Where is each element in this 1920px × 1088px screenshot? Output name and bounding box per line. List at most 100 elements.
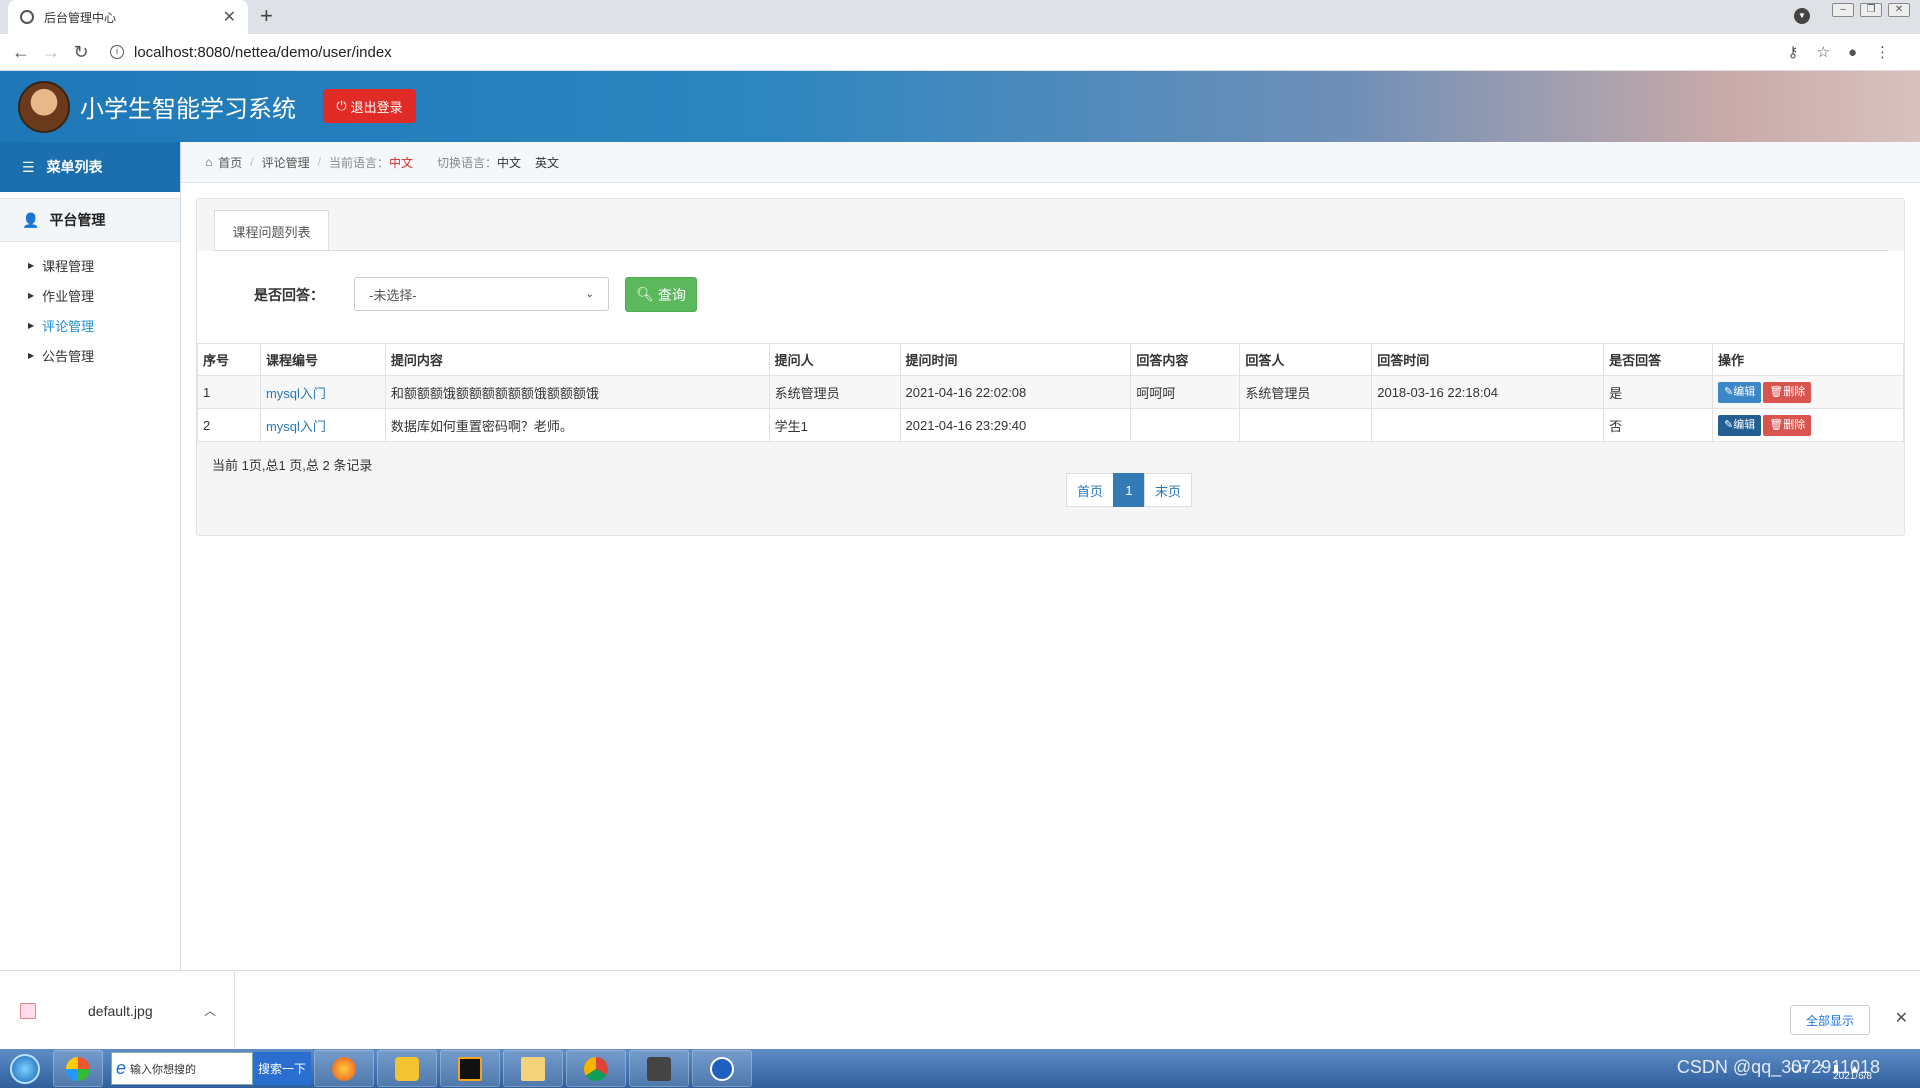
- breadcrumb-separator: /: [317, 155, 321, 169]
- start-button[interactable]: [0, 1049, 50, 1088]
- tab-search-icon[interactable]: ▼: [1794, 8, 1810, 24]
- taskbar: e 输入你想搜的 搜索一下 CH ? ▮ ▲ CSDN @qq_307291101…: [0, 1049, 1920, 1088]
- filter-label: 是否回答：: [254, 287, 324, 303]
- course-link[interactable]: mysql入门: [266, 386, 326, 401]
- breadcrumb-home[interactable]: 首页: [218, 154, 242, 171]
- content-panel: 课程问题列表 是否回答： -未选择- ⌄ 🔍︎ 查询 序号 课程编号 提问内容 …: [196, 198, 1905, 536]
- chevron-down-icon: ⌄: [585, 288, 594, 300]
- edit-label: 编辑: [1733, 385, 1756, 398]
- column-header: 是否回答: [1603, 343, 1714, 376]
- taskbar-search-button[interactable]: 搜索一下: [253, 1052, 311, 1085]
- taskbar-app-firefox[interactable]: [314, 1050, 374, 1087]
- column-header: 回答时间: [1371, 343, 1605, 376]
- edit-button[interactable]: ✎编辑: [1718, 414, 1762, 436]
- menu-icon[interactable]: ⋮: [1875, 43, 1890, 61]
- taskbar-app-notes[interactable]: [377, 1050, 437, 1087]
- cell-answerer: 系统管理员: [1239, 375, 1373, 409]
- tab-title: 后台管理中心: [44, 10, 117, 25]
- download-bar: default.jpg ︿ 全部显示 ✕: [0, 970, 1920, 1050]
- taskbar-app-tool[interactable]: [629, 1050, 689, 1087]
- reload-icon[interactable]: ↻: [66, 42, 96, 63]
- course-link[interactable]: mysql入门: [266, 419, 326, 434]
- key-icon[interactable]: ⚷: [1787, 43, 1798, 61]
- close-icon[interactable]: ✕: [1895, 1008, 1908, 1028]
- current-lang: 中文: [388, 155, 413, 170]
- delete-label: 删除: [1783, 418, 1806, 431]
- close-window-button[interactable]: ✕: [1888, 3, 1910, 17]
- taskbar-search-input[interactable]: e 输入你想搜的: [111, 1052, 253, 1085]
- cell-actions: ✎编辑 🗑︎删除: [1712, 408, 1904, 442]
- delete-button[interactable]: 🗑︎删除: [1763, 414, 1812, 436]
- taskbar-app-explorer[interactable]: [503, 1050, 563, 1087]
- breadcrumb: ⌂ 首页 / 评论管理 / 当前语言： 中文 切换语言： 中文 英文: [181, 142, 1920, 183]
- menu-group-platform[interactable]: 👤 平台管理: [0, 198, 180, 242]
- breadcrumb-separator: /: [250, 155, 254, 169]
- switch-lang-label: 切换语言：: [437, 155, 498, 170]
- edit-button[interactable]: ✎编辑: [1718, 381, 1762, 403]
- query-button[interactable]: 🔍︎ 查询: [625, 277, 697, 312]
- home-icon: ⌂: [205, 155, 213, 169]
- pencil-icon: ✎: [1724, 418, 1734, 431]
- cell-course: mysql入门: [259, 408, 386, 442]
- cell-content: 和额额额饿额额额额额额饿额额额饿: [384, 375, 770, 409]
- profile-icon[interactable]: ●: [1848, 44, 1857, 61]
- pagination-info: 当前 1页,总1 页,总 2 条记录: [212, 458, 373, 473]
- cell-ask-time: 2021-04-16 23:29:40: [899, 408, 1132, 442]
- address-bar[interactable]: i localhost:8080/nettea/demo/user/index …: [110, 37, 1890, 67]
- image-file-icon: [20, 1002, 36, 1019]
- lang-en-link[interactable]: 英文: [535, 154, 559, 171]
- filter-bar: 是否回答： -未选择- ⌄ 🔍︎ 查询: [197, 251, 1904, 343]
- taskbar-app-info[interactable]: [692, 1050, 752, 1087]
- lang-zh-link[interactable]: 中文: [497, 154, 521, 171]
- last-page-button[interactable]: 末页: [1144, 473, 1193, 507]
- tab-question-list[interactable]: 课程问题列表: [214, 210, 329, 251]
- browser-tab[interactable]: 后台管理中心 ✕: [8, 0, 248, 34]
- menu-header: ☰ 菜单列表: [0, 142, 180, 192]
- system-name: 小学生智能学习系统: [80, 96, 296, 123]
- window-controls: – ❐ ✕: [1832, 0, 1910, 20]
- clock-date[interactable]: 2021/6/8: [1833, 1071, 1872, 1082]
- taskbar-app-360[interactable]: [53, 1050, 103, 1087]
- logout-button[interactable]: ⏻ 退出登录: [323, 89, 416, 123]
- cell-answered: 否: [1603, 408, 1714, 442]
- globe-icon: [20, 10, 34, 24]
- sidebar-item-homework[interactable]: ▶ 作业管理: [0, 280, 180, 310]
- first-page-button[interactable]: 首页: [1066, 473, 1115, 507]
- new-tab-button[interactable]: +: [260, 4, 273, 28]
- cell-ask-time: 2021-04-16 22:02:08: [899, 375, 1132, 409]
- cell-asker: 学生1: [768, 408, 901, 442]
- table-row: 1 mysql入门 和额额额饿额额额额额额饿额额额饿 系统管理员 2021-04…: [197, 375, 1904, 409]
- answered-select[interactable]: -未选择- ⌄: [354, 277, 609, 311]
- download-item[interactable]: default.jpg ︿: [10, 971, 235, 1050]
- url-text[interactable]: localhost:8080/nettea/demo/user/index: [134, 44, 1769, 61]
- minimize-button[interactable]: –: [1832, 3, 1854, 17]
- show-all-button[interactable]: 全部显示: [1790, 1005, 1870, 1035]
- sidebar-item-course[interactable]: ▶ 课程管理: [0, 250, 180, 280]
- sidebar-item-notices[interactable]: ▶ 公告管理: [0, 340, 180, 370]
- sidebar-item-label: 作业管理: [42, 288, 95, 304]
- column-header: 提问人: [768, 343, 901, 376]
- pagination: 首页 1 末页: [1066, 473, 1193, 507]
- restore-button[interactable]: ❐: [1860, 3, 1882, 17]
- question-table: 序号 课程编号 提问内容 提问人 提问时间 回答内容 回答人 回答时间 是否回答…: [197, 343, 1904, 442]
- current-lang-label: 当前语言：: [328, 155, 389, 170]
- close-tab-icon[interactable]: ✕: [223, 7, 236, 27]
- cell-content: 数据库如何重置密码啊？老师。: [384, 408, 770, 442]
- column-header: 回答内容: [1130, 343, 1241, 376]
- delete-button[interactable]: 🗑︎删除: [1763, 381, 1812, 403]
- column-header: 回答人: [1239, 343, 1373, 376]
- current-page-button[interactable]: 1: [1113, 473, 1146, 507]
- star-icon[interactable]: ☆: [1816, 43, 1829, 61]
- breadcrumb-section[interactable]: 评论管理: [262, 154, 310, 171]
- info-icon[interactable]: i: [110, 45, 124, 59]
- intellij-icon: [458, 1056, 482, 1081]
- download-file-name: default.jpg: [88, 1002, 153, 1019]
- taskbar-app-intellij[interactable]: [440, 1050, 500, 1087]
- chevron-up-icon[interactable]: ︿: [204, 1002, 216, 1019]
- ie-icon: e: [116, 1058, 127, 1078]
- column-header: 操作: [1712, 343, 1904, 376]
- sidebar-item-comments[interactable]: ▶ 评论管理: [0, 310, 180, 340]
- forward-icon[interactable]: →: [36, 42, 66, 63]
- back-icon[interactable]: ←: [6, 42, 36, 63]
- taskbar-app-chrome[interactable]: [566, 1050, 626, 1087]
